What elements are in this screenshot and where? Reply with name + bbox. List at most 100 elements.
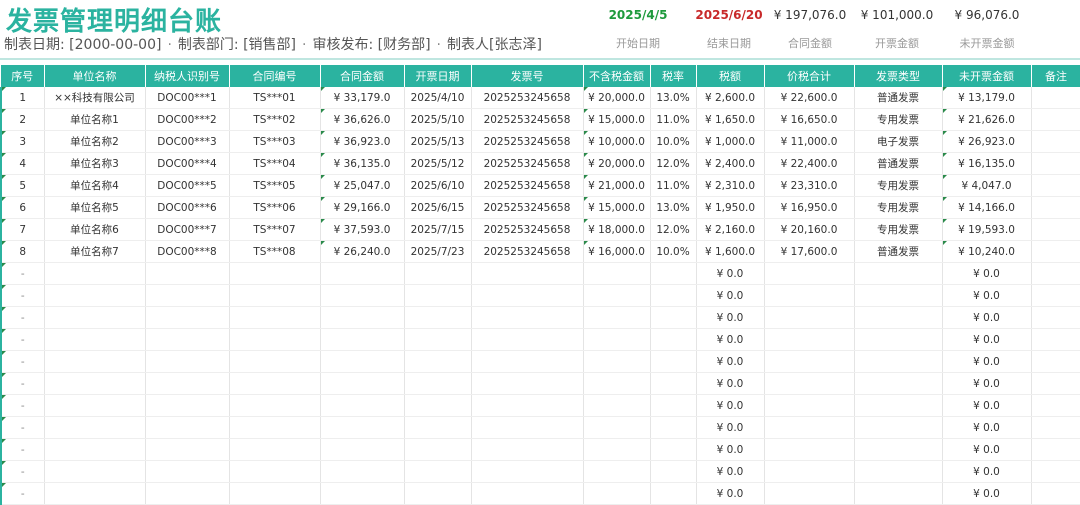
cell-unit-name[interactable]: ××科技有限公司 (44, 87, 146, 109)
column-header-invoice-date[interactable]: 开票日期 (404, 65, 472, 87)
cell-pre-tax-amount[interactable]: ¥ 18,000.0 (583, 218, 651, 241)
cell-seq[interactable]: - (0, 262, 45, 285)
cell-contract-amount[interactable] (320, 306, 405, 329)
cell-pre-tax-amount[interactable] (583, 284, 651, 307)
cell-tax-amount[interactable]: ¥ 0.0 (696, 438, 765, 461)
cell-uninvoiced-amount[interactable]: ¥ 0.0 (942, 306, 1032, 329)
cell-invoice-no[interactable] (471, 482, 584, 505)
cell-tax-id[interactable] (145, 262, 230, 285)
cell-uninvoiced-amount[interactable]: ¥ 0.0 (942, 482, 1032, 505)
cell-seq[interactable]: 7 (0, 218, 45, 241)
cell-pre-tax-amount[interactable] (583, 482, 651, 505)
cell-remarks[interactable] (1031, 372, 1080, 395)
cell-invoice-no[interactable]: 2025253245658 (471, 108, 584, 131)
cell-tax-id[interactable]: DOC00***5 (145, 174, 230, 197)
cell-tax-rate[interactable]: 13.0% (650, 196, 697, 219)
cell-unit-name[interactable] (44, 394, 146, 417)
cell-invoice-no[interactable] (471, 438, 584, 461)
cell-tax-amount[interactable]: ¥ 0.0 (696, 262, 765, 285)
cell-tax-id[interactable]: DOC00***7 (145, 218, 230, 241)
cell-invoice-type[interactable] (854, 416, 943, 439)
cell-remarks[interactable] (1031, 328, 1080, 351)
cell-unit-name[interactable] (44, 350, 146, 373)
cell-invoice-date[interactable] (404, 350, 472, 373)
column-header-seq[interactable]: 序号 (1, 65, 45, 87)
cell-contract-no[interactable] (229, 372, 321, 395)
cell-contract-no[interactable]: TS***02 (229, 108, 321, 131)
cell-tax-rate[interactable] (650, 416, 697, 439)
cell-tax-id[interactable] (145, 482, 230, 505)
cell-invoice-no[interactable] (471, 306, 584, 329)
cell-contract-no[interactable]: TS***04 (229, 152, 321, 175)
cell-invoice-no[interactable] (471, 394, 584, 417)
cell-total-with-tax[interactable]: ¥ 11,000.0 (764, 130, 855, 153)
cell-contract-amount[interactable]: ¥ 36,923.0 (320, 130, 405, 153)
cell-invoice-date[interactable]: 2025/5/13 (404, 130, 472, 153)
cell-contract-no[interactable]: TS***01 (229, 87, 321, 109)
cell-invoice-date[interactable] (404, 306, 472, 329)
cell-contract-no[interactable]: TS***05 (229, 174, 321, 197)
cell-contract-amount[interactable] (320, 460, 405, 483)
cell-invoice-no[interactable] (471, 460, 584, 483)
cell-unit-name[interactable]: 单位名称1 (44, 108, 146, 131)
cell-tax-amount[interactable]: ¥ 1,950.0 (696, 196, 765, 219)
cell-seq[interactable]: 8 (0, 240, 45, 263)
cell-tax-id[interactable] (145, 416, 230, 439)
cell-invoice-no[interactable] (471, 284, 584, 307)
cell-contract-amount[interactable]: ¥ 36,626.0 (320, 108, 405, 131)
cell-total-with-tax[interactable]: ¥ 20,160.0 (764, 218, 855, 241)
cell-pre-tax-amount[interactable]: ¥ 21,000.0 (583, 174, 651, 197)
cell-invoice-type[interactable] (854, 328, 943, 351)
cell-seq[interactable]: 5 (0, 174, 45, 197)
cell-invoice-no[interactable] (471, 416, 584, 439)
cell-seq[interactable]: - (0, 482, 45, 505)
cell-pre-tax-amount[interactable]: ¥ 20,000.0 (583, 87, 651, 109)
cell-invoice-date[interactable]: 2025/7/23 (404, 240, 472, 263)
cell-invoice-date[interactable]: 2025/4/10 (404, 87, 472, 109)
cell-invoice-type[interactable] (854, 372, 943, 395)
cell-invoice-type[interactable] (854, 350, 943, 373)
cell-contract-amount[interactable] (320, 482, 405, 505)
cell-invoice-type[interactable]: 专用发票 (854, 196, 943, 219)
cell-seq[interactable]: - (0, 416, 45, 439)
cell-contract-amount[interactable] (320, 284, 405, 307)
cell-remarks[interactable] (1031, 482, 1080, 505)
cell-total-with-tax[interactable]: ¥ 16,650.0 (764, 108, 855, 131)
cell-contract-no[interactable]: TS***08 (229, 240, 321, 263)
cell-invoice-no[interactable] (471, 328, 584, 351)
cell-invoice-type[interactable] (854, 394, 943, 417)
cell-invoice-date[interactable] (404, 460, 472, 483)
cell-invoice-date[interactable] (404, 416, 472, 439)
cell-seq[interactable]: 1 (0, 87, 45, 109)
cell-uninvoiced-amount[interactable]: ¥ 13,179.0 (942, 87, 1032, 109)
cell-unit-name[interactable] (44, 482, 146, 505)
column-header-remarks[interactable]: 备注 (1031, 65, 1080, 87)
column-header-tax-amount[interactable]: 税额 (696, 65, 765, 87)
column-header-invoice-no[interactable]: 发票号 (471, 65, 584, 87)
column-header-contract-no[interactable]: 合同编号 (229, 65, 321, 87)
cell-invoice-date[interactable] (404, 262, 472, 285)
cell-contract-amount[interactable]: ¥ 37,593.0 (320, 218, 405, 241)
cell-remarks[interactable] (1031, 218, 1080, 241)
cell-remarks[interactable] (1031, 196, 1080, 219)
cell-tax-amount[interactable]: ¥ 1,600.0 (696, 240, 765, 263)
cell-contract-no[interactable] (229, 350, 321, 373)
column-header-pre-tax-amount[interactable]: 不含税金额 (583, 65, 651, 87)
cell-invoice-type[interactable] (854, 438, 943, 461)
cell-pre-tax-amount[interactable]: ¥ 15,000.0 (583, 196, 651, 219)
column-header-uninvoiced-amount[interactable]: 未开票金额 (942, 65, 1032, 87)
cell-tax-rate[interactable] (650, 482, 697, 505)
cell-total-with-tax[interactable] (764, 306, 855, 329)
cell-uninvoiced-amount[interactable]: ¥ 0.0 (942, 416, 1032, 439)
cell-contract-no[interactable] (229, 284, 321, 307)
cell-pre-tax-amount[interactable] (583, 262, 651, 285)
cell-tax-id[interactable] (145, 460, 230, 483)
cell-invoice-no[interactable]: 2025253245658 (471, 174, 584, 197)
cell-seq[interactable]: - (0, 306, 45, 329)
cell-contract-no[interactable] (229, 306, 321, 329)
cell-total-with-tax[interactable] (764, 284, 855, 307)
cell-uninvoiced-amount[interactable]: ¥ 0.0 (942, 438, 1032, 461)
cell-tax-id[interactable] (145, 306, 230, 329)
column-header-total-with-tax[interactable]: 价税合计 (764, 65, 855, 87)
cell-tax-amount[interactable]: ¥ 0.0 (696, 284, 765, 307)
